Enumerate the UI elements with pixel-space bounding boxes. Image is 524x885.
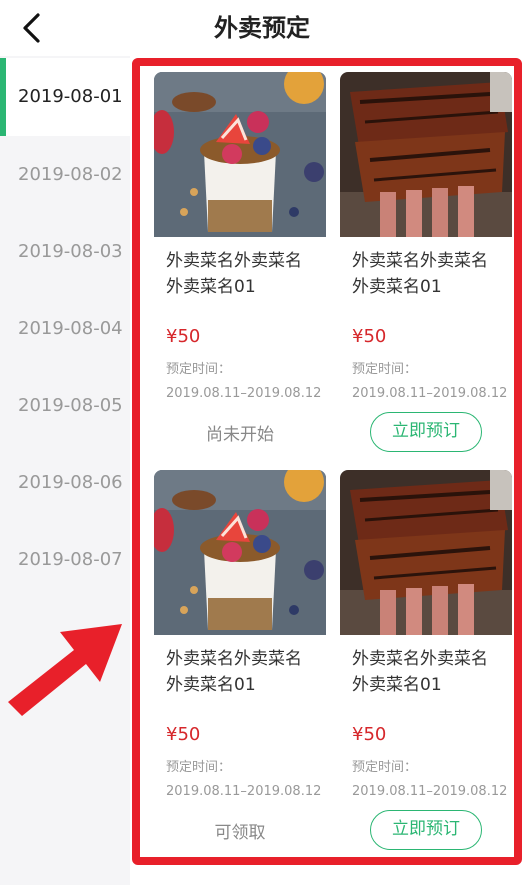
sidebar-date-item[interactable]: 2019-08-05 — [0, 367, 130, 445]
date-label: 2019-08-02 — [18, 164, 123, 185]
sidebar-date-item[interactable]: 2019-08-04 — [0, 290, 130, 368]
dish-price: ¥50 — [166, 326, 201, 347]
dish-name: 外卖菜名外卖菜名外卖菜名01 — [352, 649, 488, 695]
order-time-label: 预定时间： — [166, 760, 232, 775]
date-label: 2019-08-04 — [18, 318, 123, 339]
order-time-range: 2019.08.11–2019.08.12 — [352, 784, 508, 799]
sidebar-date-item[interactable]: 2019-08-02 — [0, 136, 130, 214]
dish-name: 外卖菜名外卖菜名外卖菜名01 — [166, 251, 302, 297]
status-text: 可领取 — [214, 823, 266, 843]
parfait-photo — [154, 72, 326, 237]
order-now-button[interactable]: 立即预订 — [370, 412, 482, 452]
date-sidebar: 2019-08-01 2019-08-02 2019-08-03 2019-08… — [0, 56, 130, 885]
ribs-photo — [340, 72, 512, 237]
page-title: 外卖预定 — [214, 14, 310, 42]
sidebar-date-item[interactable]: 2019-08-06 — [0, 444, 130, 522]
order-time-label: 预定时间： — [352, 362, 418, 377]
date-label: 2019-08-03 — [18, 241, 123, 262]
sidebar-date-item[interactable]: 2019-08-03 — [0, 213, 130, 291]
product-card[interactable]: 外卖菜名外卖菜名外卖菜名01 ¥50 预定时间： 2019.08.11–2019… — [154, 72, 326, 456]
product-grid: 外卖菜名外卖菜名外卖菜名01 ¥50 预定时间： 2019.08.11–2019… — [140, 60, 524, 885]
sidebar-date-item[interactable]: 2019-08-01 — [0, 58, 130, 136]
date-label: 2019-08-05 — [18, 395, 123, 416]
product-card[interactable]: 外卖菜名外卖菜名外卖菜名01 ¥50 预定时间： 2019.08.11–2019… — [340, 72, 512, 456]
parfait-photo — [154, 470, 326, 635]
status-text: 尚未开始 — [206, 425, 274, 445]
ribs-photo — [340, 470, 512, 635]
order-now-button[interactable]: 立即预订 — [370, 810, 482, 850]
dish-name: 外卖菜名外卖菜名外卖菜名01 — [166, 649, 302, 695]
dish-price: ¥50 — [352, 724, 387, 745]
dish-price: ¥50 — [352, 326, 387, 347]
order-time-range: 2019.08.11–2019.08.12 — [352, 386, 508, 401]
order-time-range: 2019.08.11–2019.08.12 — [166, 386, 322, 401]
date-label: 2019-08-06 — [18, 472, 123, 493]
order-time-label: 预定时间： — [166, 362, 232, 377]
product-card[interactable]: 外卖菜名外卖菜名外卖菜名01 ¥50 预定时间： 2019.08.11–2019… — [340, 470, 512, 854]
date-label: 2019-08-01 — [18, 86, 123, 107]
dish-price: ¥50 — [166, 724, 201, 745]
sidebar-date-item[interactable]: 2019-08-07 — [0, 521, 130, 599]
date-label: 2019-08-07 — [18, 549, 123, 570]
header-bar: 外卖预定 — [0, 0, 524, 56]
product-card[interactable]: 外卖菜名外卖菜名外卖菜名01 ¥50 预定时间： 2019.08.11–2019… — [154, 470, 326, 854]
order-time-range: 2019.08.11–2019.08.12 — [166, 784, 322, 799]
dish-name: 外卖菜名外卖菜名外卖菜名01 — [352, 251, 488, 297]
order-time-label: 预定时间： — [352, 760, 418, 775]
